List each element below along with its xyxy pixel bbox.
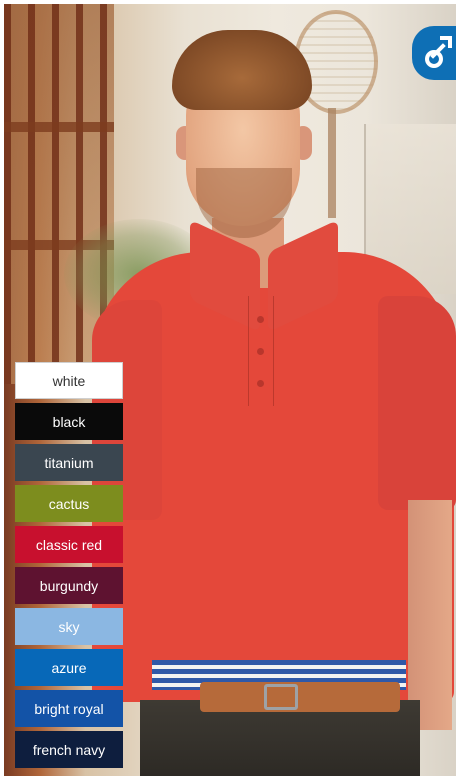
racket-handle (328, 108, 336, 218)
window-bar (4, 122, 114, 132)
belt-buckle (264, 684, 298, 710)
color-swatch-list: white black titanium cactus classic red … (15, 362, 125, 772)
model-hair (172, 30, 312, 110)
swatch-bright-royal[interactable]: bright royal (15, 690, 123, 727)
swatch-black[interactable]: black (15, 403, 123, 440)
model-arm (408, 500, 452, 730)
swatch-burgundy[interactable]: burgundy (15, 567, 123, 604)
swatch-titanium[interactable]: titanium (15, 444, 123, 481)
shirt-button (257, 380, 264, 387)
model-belt (200, 682, 400, 712)
swatch-classic-red[interactable]: classic red (15, 526, 123, 563)
shirt-sleeve-right (378, 296, 456, 510)
male-symbol-arrow (440, 36, 452, 48)
swatch-azure[interactable]: azure (15, 649, 123, 686)
shirt-button (257, 316, 264, 323)
shirt-button (257, 348, 264, 355)
swatch-cactus[interactable]: cactus (15, 485, 123, 522)
swatch-sky[interactable]: sky (15, 608, 123, 645)
swatch-french-navy[interactable]: french navy (15, 731, 123, 768)
swatch-white[interactable]: white (15, 362, 123, 399)
